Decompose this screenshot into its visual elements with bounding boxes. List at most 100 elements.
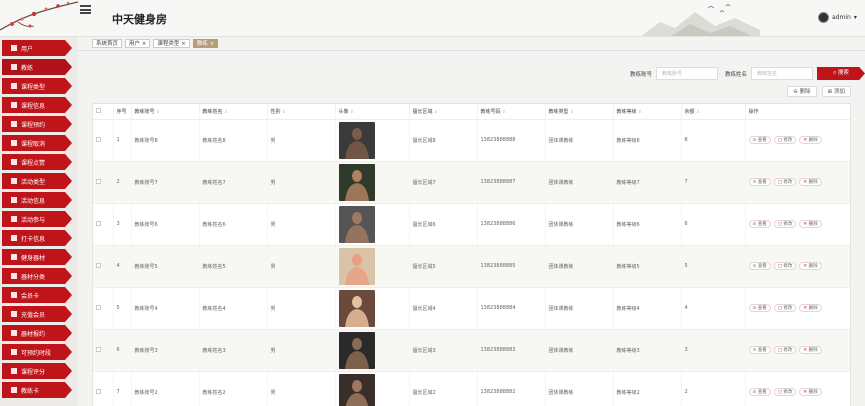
- cell-no: 5: [113, 287, 132, 330]
- col-header[interactable]: 余额 ⇕: [681, 104, 746, 120]
- sidebar-item-checkin[interactable]: 打卡信息: [2, 230, 72, 246]
- cell-account: 教练账号5: [131, 245, 200, 288]
- col-header[interactable]: 教练姓名 ⇕: [199, 104, 268, 120]
- table-row[interactable]: 3 教练账号6 教练姓名6 男擅长区域6 13823888886 团体课教练 教练等级6 6 ⊙…: [93, 203, 850, 246]
- cell-no: 3: [113, 203, 132, 246]
- cell-no: 4: [113, 245, 132, 288]
- col-header[interactable]: 教练号码 ⇕: [477, 104, 546, 120]
- sidebar-item-course-info[interactable]: 课程信息: [2, 97, 72, 113]
- cell-level: 教练等级8: [613, 119, 682, 162]
- sidebar-item-equipment-booking[interactable]: 器材报约: [2, 325, 72, 341]
- cell-area: 擅长区域7: [409, 161, 478, 204]
- row-checkbox[interactable]: [96, 262, 101, 268]
- sidebar-item-course-cancel[interactable]: 课程取消: [2, 135, 72, 151]
- close-icon[interactable]: ×: [210, 41, 215, 47]
- table-row[interactable]: 5 教练账号4 教练姓名4 男擅长区域4 13823888884 团体课教练 教练等级4 4 ⊙…: [93, 287, 850, 330]
- view-button[interactable]: ⊙ 查看: [748, 346, 771, 354]
- cell-type: 团体课教练: [545, 161, 614, 204]
- table-row[interactable]: 2 教练账号7 教练姓名7 男擅长区域7 13823888887 团体课教练 教练等级7 7 ⊙…: [93, 161, 850, 204]
- table-row[interactable]: 1 教练账号8 教练姓名8 男擅长区域8 13823888888 团体课教练 教练等级8 8 ⊙…: [93, 119, 850, 162]
- edit-button[interactable]: ▢ 修改: [773, 388, 797, 396]
- sidebar-item-activity-join[interactable]: 活动参与: [2, 211, 72, 227]
- delete-row-button[interactable]: ✕ 删除: [799, 136, 822, 144]
- delete-row-button[interactable]: ✕ 删除: [799, 262, 822, 270]
- col-header[interactable]: 头像 ⇕: [335, 104, 410, 120]
- close-icon[interactable]: ×: [181, 41, 186, 47]
- edit-button[interactable]: ▢ 修改: [773, 346, 797, 354]
- tab-home[interactable]: 系统首页: [92, 39, 123, 48]
- col-header[interactable]: 教练等级 ⇕: [613, 104, 682, 120]
- row-checkbox[interactable]: [96, 178, 101, 184]
- view-button[interactable]: ⊙ 查看: [748, 388, 771, 396]
- coach-photo: [338, 289, 375, 327]
- sidebar-item-course-type[interactable]: 课程类型: [2, 78, 72, 94]
- grid-icon: [11, 178, 17, 184]
- tab-course-type[interactable]: 课程类型 ×: [153, 39, 190, 48]
- sidebar-item-course-like[interactable]: 课程点赞: [2, 154, 72, 170]
- view-button[interactable]: ⊙ 查看: [748, 220, 771, 228]
- sidebar-item-course-booking[interactable]: 课程预约: [2, 116, 72, 132]
- grid-icon: [11, 330, 17, 336]
- table-row[interactable]: 6 教练账号3 教练姓名3 男擅长区域3 13823888883 团体课教练 教练等级3 3 ⊙…: [93, 329, 851, 372]
- menu-toggle-icon[interactable]: [80, 5, 91, 14]
- edit-button[interactable]: ▢ 修改: [773, 304, 797, 312]
- delete-button[interactable]: ⊖ 删除: [787, 86, 817, 97]
- sidebar-item-coach[interactable]: 教练: [2, 59, 72, 75]
- edit-button[interactable]: ▢ 修改: [773, 178, 797, 186]
- row-checkbox[interactable]: [96, 220, 101, 226]
- sort-icon: ⇕: [502, 108, 506, 114]
- sidebar-item-member-card[interactable]: 会员卡: [2, 287, 72, 303]
- sort-icon: ⇕: [350, 108, 354, 114]
- view-button[interactable]: ⊙ 查看: [748, 304, 771, 312]
- edit-button[interactable]: ▢ 修改: [773, 262, 797, 270]
- tab-coach[interactable]: 教练 ×: [192, 39, 219, 48]
- delete-icon: ✕: [803, 348, 808, 353]
- row-checkbox[interactable]: [96, 304, 101, 310]
- delete-row-button[interactable]: ✕ 删除: [799, 220, 822, 228]
- col-header[interactable]: 教练账号 ⇕: [131, 104, 200, 120]
- view-button[interactable]: ⊙ 查看: [748, 262, 771, 270]
- add-button[interactable]: ⊞ 添加: [821, 86, 851, 97]
- edit-button[interactable]: ▢ 修改: [773, 220, 797, 228]
- close-icon[interactable]: ×: [142, 41, 147, 47]
- sidebar-item-equipment-category[interactable]: 器材分类: [2, 268, 72, 284]
- edit-icon: ▢: [777, 306, 782, 311]
- delete-row-button[interactable]: ✕ 删除: [799, 346, 822, 354]
- sidebar-item-course-rating[interactable]: 课程评分: [2, 363, 72, 379]
- row-actions: ⊙ 查看 ▢ 修改 ✕ 删除: [748, 346, 851, 354]
- sidebar-item-activity-info[interactable]: 活动信息: [2, 192, 72, 208]
- view-label: 查看: [757, 306, 767, 311]
- view-button[interactable]: ⊙ 查看: [748, 178, 771, 186]
- sidebar-item-user[interactable]: 用户: [2, 40, 72, 56]
- sidebar-item-recharge[interactable]: 充值会员: [2, 306, 72, 322]
- table-row[interactable]: 4 教练账号5 教练姓名5 男擅长区域5 13823888885 团体课教练 教练等级5 5 ⊙…: [93, 245, 850, 288]
- view-icon: ⊙: [752, 390, 757, 395]
- sidebar-item-activity-type[interactable]: 活动类型: [2, 173, 72, 189]
- delete-icon: ✕: [803, 306, 808, 311]
- cell-balance: 6: [681, 203, 746, 246]
- row-checkbox[interactable]: [96, 136, 101, 142]
- sidebar-item-equipment[interactable]: 健身器材: [2, 249, 72, 265]
- account-search-input[interactable]: 教练账号: [655, 67, 718, 80]
- delete-row-button[interactable]: ✕ 删除: [799, 388, 822, 396]
- col-header[interactable]: 性别 ⇕: [267, 104, 336, 120]
- col-header[interactable]: 教练类型 ⇕: [545, 104, 614, 120]
- sidebar-item-coach-card[interactable]: 教练卡: [2, 382, 72, 398]
- edit-button[interactable]: ▢ 修改: [773, 136, 797, 144]
- delete-row-button[interactable]: ✕ 删除: [799, 178, 822, 186]
- view-button[interactable]: ⊙ 查看: [748, 136, 771, 144]
- location-icon: [11, 368, 17, 374]
- delete-row-button[interactable]: ✕ 删除: [799, 304, 822, 312]
- name-search-input[interactable]: 教练姓名: [751, 67, 813, 80]
- sidebar-item-label: 课程预约: [21, 121, 46, 129]
- table-row[interactable]: 7 教练账号2 教练姓名2 男擅长区域2 13823888882 团体课教练 教练等级2 2 ⊙…: [93, 371, 850, 406]
- select-all-checkbox[interactable]: [96, 107, 101, 113]
- tab-user[interactable]: 用户 ×: [125, 39, 151, 48]
- user-menu[interactable]: admin ▾: [818, 12, 857, 23]
- search-button[interactable]: ⌕ 搜索: [817, 67, 865, 80]
- row-checkbox[interactable]: [96, 346, 101, 352]
- col-header[interactable]: 擅长区域 ⇕: [409, 104, 478, 120]
- sidebar-item-time-slot[interactable]: 可预约时段: [2, 344, 72, 360]
- table-header-row: 序号 教练账号 ⇕ 教练姓名 ⇕ 性别 ⇕ 头像 ⇕ 擅长区域 ⇕ 教练号码 ⇕…: [93, 104, 850, 120]
- row-checkbox[interactable]: [96, 388, 101, 394]
